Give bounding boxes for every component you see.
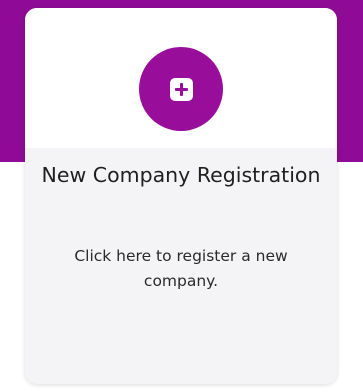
card-description: Click here to register a new company. bbox=[74, 247, 288, 290]
card-title: New Company Registration bbox=[41, 163, 321, 187]
plus-square-icon bbox=[169, 77, 193, 101]
new-company-registration-card[interactable]: New Company Registration Click here to r… bbox=[25, 8, 337, 384]
add-icon-circle bbox=[139, 47, 223, 131]
